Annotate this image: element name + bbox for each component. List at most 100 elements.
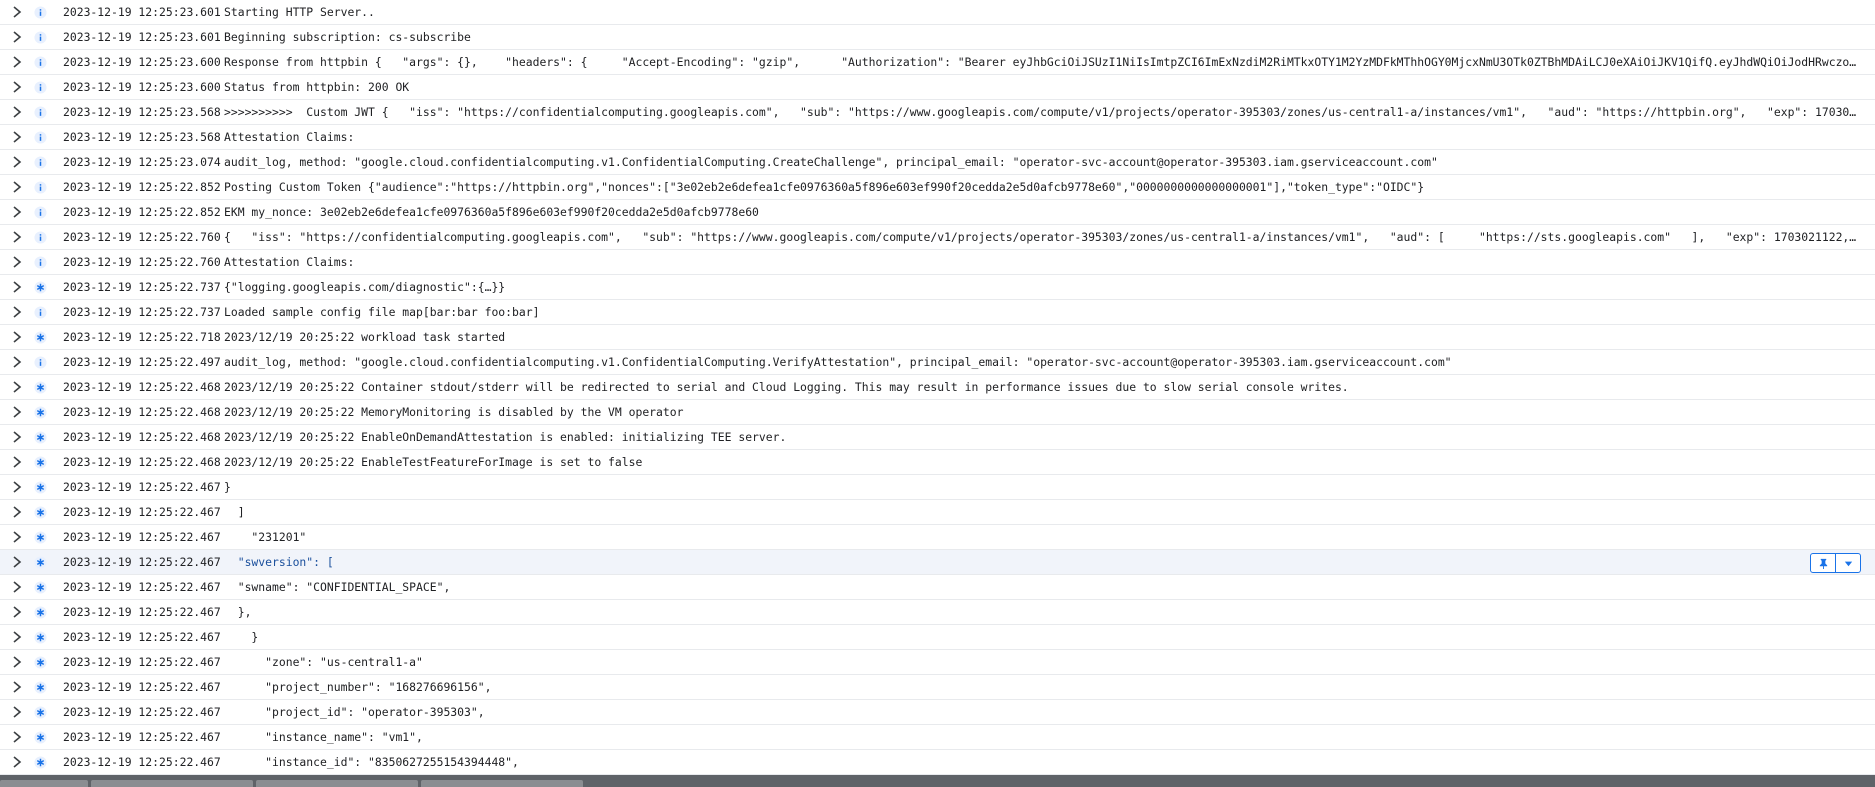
log-message: "swname": "CONFIDENTIAL_SPACE", [224, 580, 451, 594]
log-entry-row[interactable]: 2023-12-19 12:25:22.497 audit_log, method… [0, 350, 1875, 375]
log-entry-row[interactable]: 2023-12-19 12:25:22.852 Posting Custom To… [0, 175, 1875, 200]
log-entry-row[interactable]: 2023-12-19 12:25:23.600 Response from htt… [0, 50, 1875, 75]
bottom-tab[interactable] [91, 780, 253, 787]
log-entry-row[interactable]: 2023-12-19 12:25:22.467 }, [0, 600, 1875, 625]
info-icon [34, 305, 56, 319]
asterisk-icon [34, 705, 56, 719]
chevron-right-icon[interactable] [0, 631, 34, 643]
chevron-right-icon[interactable] [0, 131, 34, 143]
log-entry-row[interactable]: 2023-12-19 12:25:22.468 2023/12/19 20:25:… [0, 450, 1875, 475]
log-message: Attestation Claims: [224, 130, 355, 144]
chevron-right-icon[interactable] [0, 306, 34, 318]
log-entry-row[interactable]: 2023-12-19 12:25:22.467 "swname": "CONFI… [0, 575, 1875, 600]
chevron-right-icon[interactable] [0, 556, 34, 568]
info-icon [34, 55, 56, 69]
log-timestamp: 2023-12-19 12:25:23.601 [63, 5, 221, 19]
bottom-tab[interactable] [421, 780, 583, 787]
chevron-right-icon[interactable] [0, 706, 34, 718]
chevron-right-icon[interactable] [0, 356, 34, 368]
log-entry-row[interactable]: 2023-12-19 12:25:22.760 Attestation Claim… [0, 250, 1875, 275]
chevron-right-icon[interactable] [0, 331, 34, 343]
log-entry-row[interactable]: 2023-12-19 12:25:22.467 "project_number"… [0, 675, 1875, 700]
log-entry-row[interactable]: 2023-12-19 12:25:23.568 >>>>>>>>>> Custom… [0, 100, 1875, 125]
log-entry-row[interactable]: 2023-12-19 12:25:22.468 2023/12/19 20:25:… [0, 375, 1875, 400]
log-message: Loaded sample config file map[bar:bar fo… [224, 305, 540, 319]
caret-down-icon[interactable] [1835, 554, 1860, 572]
chevron-right-icon[interactable] [0, 681, 34, 693]
bottom-tab[interactable] [256, 780, 418, 787]
chevron-right-icon[interactable] [0, 6, 34, 18]
log-entry-row[interactable]: 2023-12-19 12:25:23.074 audit_log, method… [0, 150, 1875, 175]
info-icon [34, 230, 56, 244]
bottom-tab[interactable] [0, 780, 88, 787]
chevron-right-icon[interactable] [0, 531, 34, 543]
chevron-right-icon[interactable] [0, 106, 34, 118]
chevron-right-icon[interactable] [0, 181, 34, 193]
chevron-right-icon[interactable] [0, 606, 34, 618]
log-message: Beginning subscription: cs-subscribe [224, 30, 471, 44]
chevron-right-icon[interactable] [0, 581, 34, 593]
log-entry-row[interactable]: 2023-12-19 12:25:22.467 } [0, 625, 1875, 650]
log-message: }, [224, 605, 252, 619]
chevron-right-icon[interactable] [0, 256, 34, 268]
log-entry-row[interactable]: 2023-12-19 12:25:22.467 "zone": "us-cent… [0, 650, 1875, 675]
log-entry-row[interactable]: 2023-12-19 12:25:22.467} [0, 475, 1875, 500]
log-timestamp: 2023-12-19 12:25:23.600 [63, 55, 221, 69]
log-timestamp: 2023-12-19 12:25:22.467 [63, 630, 221, 644]
asterisk-icon [34, 580, 56, 594]
chevron-right-icon[interactable] [0, 456, 34, 468]
chevron-right-icon[interactable] [0, 231, 34, 243]
log-entry-row[interactable]: 2023-12-19 12:25:22.718 2023/12/19 20:25:… [0, 325, 1875, 350]
chevron-right-icon[interactable] [0, 731, 34, 743]
log-entry-row[interactable]: 2023-12-19 12:25:22.467 "231201" [0, 525, 1875, 550]
log-message: { "iss": "https://confidentialcomputing.… [224, 230, 1875, 244]
asterisk-icon [34, 630, 56, 644]
asterisk-icon [34, 555, 56, 569]
pin-icon[interactable] [1811, 554, 1835, 572]
log-timestamp: 2023-12-19 12:25:23.074 [63, 155, 221, 169]
chevron-right-icon[interactable] [0, 56, 34, 68]
log-entry-row[interactable]: 2023-12-19 12:25:22.760{ "iss": "https:/… [0, 225, 1875, 250]
log-entry-row[interactable]: 2023-12-19 12:25:22.737 Loaded sample con… [0, 300, 1875, 325]
info-icon [34, 180, 56, 194]
log-entry-row[interactable]: 2023-12-19 12:25:22.468 2023/12/19 20:25:… [0, 400, 1875, 425]
log-entry-row[interactable]: 2023-12-19 12:25:22.467 "instance_name":… [0, 725, 1875, 750]
asterisk-icon [34, 505, 56, 519]
asterisk-icon [34, 280, 56, 294]
log-message: EKM my_nonce: 3e02eb2e6defea1cfe0976360a… [224, 205, 759, 219]
chevron-right-icon[interactable] [0, 756, 34, 768]
log-entry-row[interactable]: 2023-12-19 12:25:22.468 2023/12/19 20:25:… [0, 425, 1875, 450]
chevron-right-icon[interactable] [0, 381, 34, 393]
log-entry-row[interactable]: 2023-12-19 12:25:22.467 "project_id": "o… [0, 700, 1875, 725]
info-icon [34, 155, 56, 169]
log-entry-row[interactable]: 2023-12-19 12:25:23.601 Beginning subscri… [0, 25, 1875, 50]
asterisk-icon [34, 655, 56, 669]
log-entry-row[interactable]: 2023-12-19 12:25:22.852 EKM my_nonce: 3e0… [0, 200, 1875, 225]
chevron-right-icon[interactable] [0, 81, 34, 93]
chevron-right-icon[interactable] [0, 481, 34, 493]
log-entry-row[interactable]: 2023-12-19 12:25:22.467 "instance_id": "… [0, 750, 1875, 775]
log-message: audit_log, method: "google.cloud.confide… [224, 155, 1438, 169]
chevron-right-icon[interactable] [0, 281, 34, 293]
log-timestamp: 2023-12-19 12:25:23.568 [63, 130, 221, 144]
log-entry-row[interactable]: 2023-12-19 12:25:23.568 Attestation Claim… [0, 125, 1875, 150]
log-entry-row[interactable]: 2023-12-19 12:25:22.467 ] [0, 500, 1875, 525]
chevron-right-icon[interactable] [0, 506, 34, 518]
chevron-right-icon[interactable] [0, 206, 34, 218]
log-timestamp: 2023-12-19 12:25:22.467 [63, 705, 221, 719]
chevron-right-icon[interactable] [0, 31, 34, 43]
log-message: >>>>>>>>>> Custom JWT { "iss": "https://… [224, 105, 1875, 119]
log-entry-row[interactable]: 2023-12-19 12:25:22.737 {"logging.googlea… [0, 275, 1875, 300]
log-timestamp: 2023-12-19 12:25:22.737 [63, 305, 221, 319]
chevron-right-icon[interactable] [0, 656, 34, 668]
log-message: } [224, 480, 231, 494]
log-entry-row[interactable]: 2023-12-19 12:25:23.600 Status from httpb… [0, 75, 1875, 100]
info-icon [34, 130, 56, 144]
chevron-right-icon[interactable] [0, 156, 34, 168]
log-entry-row[interactable]: 2023-12-19 12:25:22.467 "swversion": [ [0, 550, 1875, 575]
chevron-right-icon[interactable] [0, 406, 34, 418]
chevron-right-icon[interactable] [0, 431, 34, 443]
asterisk-icon [34, 755, 56, 769]
log-entry-row[interactable]: 2023-12-19 12:25:23.601 Starting HTTP Ser… [0, 0, 1875, 25]
log-message: {"logging.googleapis.com/diagnostic":{…}… [224, 280, 506, 294]
